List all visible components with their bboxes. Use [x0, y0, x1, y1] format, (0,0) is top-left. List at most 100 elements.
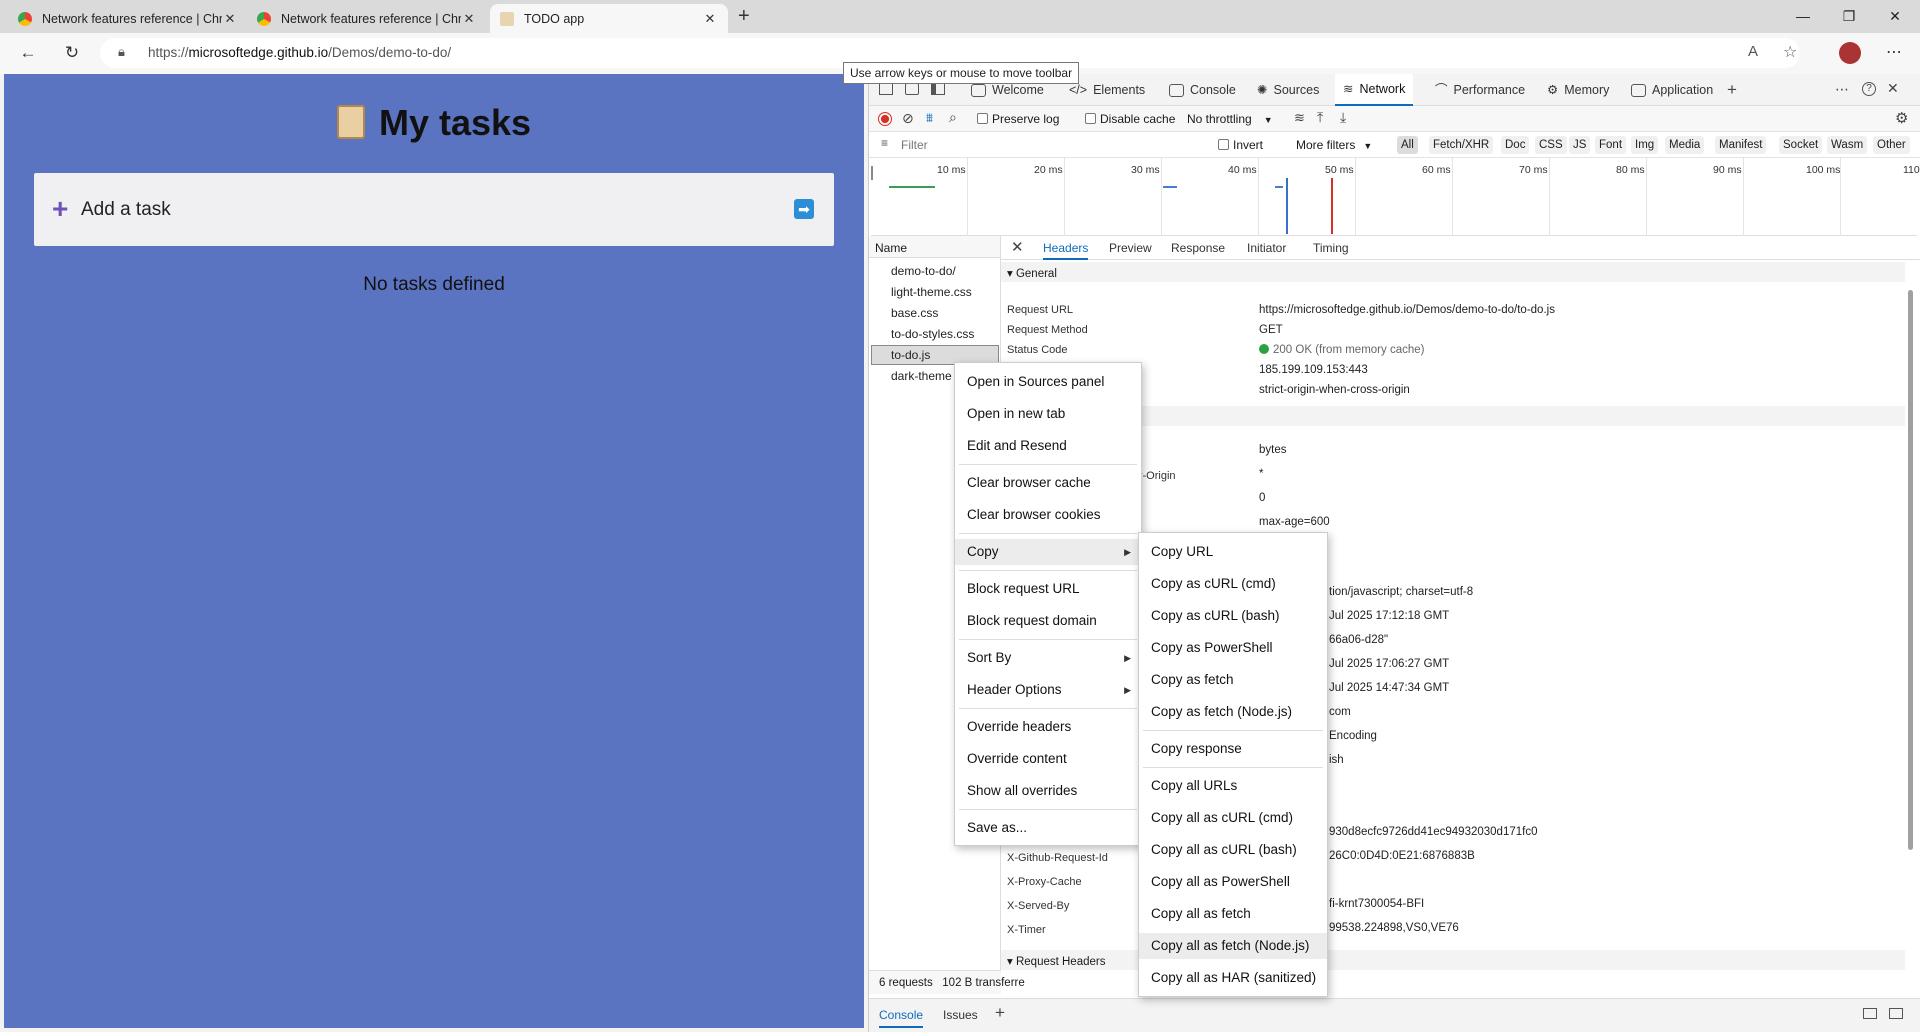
scrollbar-thumb[interactable]	[1908, 290, 1913, 850]
filter-type-doc[interactable]: Doc	[1501, 136, 1530, 154]
request-row[interactable]: demo-to-do/	[891, 264, 956, 278]
filter-type-manifest[interactable]: Manifest	[1715, 136, 1767, 154]
disable-cache-checkbox[interactable]: Disable cache	[1085, 112, 1175, 126]
copy-all-as-curl-bash[interactable]: Copy all as cURL (bash)	[1139, 837, 1327, 863]
menu-clear-browser-cookies[interactable]: Clear browser cookies	[955, 502, 1141, 528]
filter-type-wasm[interactable]: Wasm	[1827, 136, 1868, 154]
refresh-icon[interactable]: ↻	[58, 41, 86, 65]
copy-all-as-har-sanitized[interactable]: Copy all as HAR (sanitized)	[1139, 965, 1327, 991]
browser-tab-2[interactable]: Network features reference | Chr ✕	[247, 4, 487, 33]
close-detail-icon[interactable]: ✕	[1011, 238, 1024, 256]
tab-memory[interactable]: ⚙ Memory	[1541, 74, 1615, 106]
more-menu-icon[interactable]: ⋯	[1886, 42, 1902, 62]
tab-sources[interactable]: ✺ Sources	[1251, 74, 1325, 106]
copy-all-as-fetch-nodejs[interactable]: Copy all as fetch (Node.js)	[1139, 933, 1327, 959]
close-tab-icon[interactable]: ✕	[702, 11, 718, 27]
browser-tab-3[interactable]: TODO app ✕	[490, 4, 728, 33]
inspect-icon[interactable]	[879, 83, 893, 95]
request-row[interactable]: dark-theme	[891, 369, 952, 383]
network-conditions-icon[interactable]: ≋	[1294, 110, 1305, 126]
filter-type-font[interactable]: Font	[1595, 136, 1627, 154]
detail-tab-preview[interactable]: Preview	[1109, 241, 1152, 255]
close-tab-icon[interactable]: ✕	[461, 11, 477, 27]
copy-response[interactable]: Copy response	[1139, 736, 1327, 762]
filter-type-socket[interactable]: Socket	[1779, 136, 1823, 154]
tab-network[interactable]: ≋ Network	[1335, 74, 1414, 106]
filter-type-css[interactable]: CSS	[1535, 136, 1567, 154]
close-tab-icon[interactable]: ✕	[222, 11, 238, 27]
dock-drawer-icon[interactable]	[1889, 1008, 1903, 1019]
drawer-tab-issues[interactable]: Issues	[943, 1008, 978, 1022]
clear-icon[interactable]: ⊘	[902, 110, 914, 127]
tab-console[interactable]: Console	[1163, 74, 1242, 106]
copy-as-powershell[interactable]: Copy as PowerShell	[1139, 635, 1327, 661]
menu-edit-and-resend[interactable]: Edit and Resend	[955, 433, 1141, 459]
detail-tab-headers[interactable]: Headers	[1043, 241, 1089, 260]
menu-override-headers[interactable]: Override headers	[955, 714, 1141, 740]
copy-all-as-fetch[interactable]: Copy all as fetch	[1139, 901, 1327, 927]
detail-tab-timing[interactable]: Timing	[1313, 241, 1349, 255]
request-row[interactable]: base.css	[891, 306, 938, 320]
menu-header-options[interactable]: Header Options ▶	[955, 677, 1141, 703]
search-icon[interactable]: ⌕	[949, 109, 957, 126]
throttling-select[interactable]: No throttling ▼	[1187, 112, 1273, 126]
submit-arrow-icon[interactable]: ➡	[794, 199, 814, 219]
detail-tab-initiator[interactable]: Initiator	[1247, 241, 1286, 255]
filter-type-fetch-xhr[interactable]: Fetch/XHR	[1429, 136, 1494, 154]
favorite-icon[interactable]: ☆	[1783, 42, 1797, 62]
more-tools-icon[interactable]: ⋯	[1835, 81, 1849, 98]
dock-sidebar-icon[interactable]	[931, 83, 945, 95]
menu-open-in-new-tab[interactable]: Open in new tab	[955, 401, 1141, 427]
copy-url[interactable]: Copy URL	[1139, 539, 1327, 565]
copy-as-curl-bash[interactable]: Copy as cURL (bash)	[1139, 603, 1327, 629]
browser-tab-1[interactable]: Network features reference | Chr ✕	[8, 4, 248, 33]
lock-icon[interactable]: 🔒︎	[118, 44, 125, 60]
back-icon[interactable]: ←	[14, 41, 42, 65]
filter-funnel-icon[interactable]: ⩩	[926, 110, 933, 126]
filter-type-all[interactable]: All	[1397, 136, 1418, 154]
menu-override-content[interactable]: Override content	[955, 746, 1141, 772]
copy-all-as-curl-cmd[interactable]: Copy all as cURL (cmd)	[1139, 805, 1327, 831]
more-filters-dropdown[interactable]: More filters ▼	[1296, 138, 1372, 152]
menu-open-in-sources[interactable]: Open in Sources panel	[955, 369, 1141, 395]
request-row[interactable]: to-do.js	[891, 348, 930, 362]
request-row[interactable]: light-theme.css	[891, 285, 972, 299]
profile-avatar[interactable]	[1839, 42, 1861, 64]
invert-checkbox[interactable]: Invert	[1218, 138, 1263, 152]
help-icon[interactable]: ?	[1862, 82, 1876, 96]
tab-performance[interactable]: ⌒ Performance	[1429, 74, 1531, 106]
undock-drawer-icon[interactable]	[1863, 1008, 1877, 1019]
new-tab-icon[interactable]: +	[738, 5, 750, 28]
drawer-tab-console[interactable]: Console	[879, 1008, 924, 1028]
add-drawer-tab-icon[interactable]: +	[995, 1003, 1005, 1023]
close-devtools-icon[interactable]: ✕	[1887, 80, 1899, 97]
close-window-icon[interactable]: ✕	[1872, 0, 1918, 33]
filter-type-img[interactable]: Img	[1631, 136, 1659, 154]
copy-as-fetch[interactable]: Copy as fetch	[1139, 667, 1327, 693]
copy-as-curl-cmd[interactable]: Copy as cURL (cmd)	[1139, 571, 1327, 597]
request-list-header[interactable]: Name	[869, 236, 1001, 258]
menu-copy[interactable]: Copy ▶	[955, 539, 1141, 565]
filter-input[interactable]: Filter	[901, 138, 928, 152]
copy-as-fetch-nodejs[interactable]: Copy as fetch (Node.js)	[1139, 699, 1327, 725]
copy-all-as-powershell[interactable]: Copy all as PowerShell	[1139, 869, 1327, 895]
minimize-icon[interactable]: —	[1780, 0, 1826, 33]
timeline-overview[interactable]: 10 ms 20 ms 30 ms 40 ms 50 ms 60 ms 70 m…	[871, 158, 1920, 236]
settings-gear-icon[interactable]: ⚙	[1895, 109, 1908, 127]
menu-block-request-url[interactable]: Block request URL	[955, 576, 1141, 602]
device-emulation-icon[interactable]	[905, 83, 919, 95]
menu-clear-browser-cache[interactable]: Clear browser cache	[955, 470, 1141, 496]
record-icon[interactable]	[878, 112, 892, 126]
menu-block-request-domain[interactable]: Block request domain	[955, 608, 1141, 634]
filter-type-js[interactable]: JS	[1569, 136, 1591, 154]
copy-all-urls[interactable]: Copy all URLs	[1139, 773, 1327, 799]
export-har-icon[interactable]: ⤓	[1340, 109, 1346, 126]
preserve-log-checkbox[interactable]: Preserve log	[977, 112, 1059, 126]
request-headers-section[interactable]: ▾ Request Headers	[1001, 950, 1905, 970]
filter-type-media[interactable]: Media	[1665, 136, 1705, 154]
add-tab-icon[interactable]: +	[1727, 80, 1737, 100]
import-har-icon[interactable]: ⤒	[1317, 109, 1323, 126]
menu-save-as[interactable]: Save as...	[955, 815, 1141, 841]
menu-show-all-overrides[interactable]: Show all overrides	[955, 778, 1141, 804]
general-section-header[interactable]: ▾ General	[1001, 262, 1905, 282]
